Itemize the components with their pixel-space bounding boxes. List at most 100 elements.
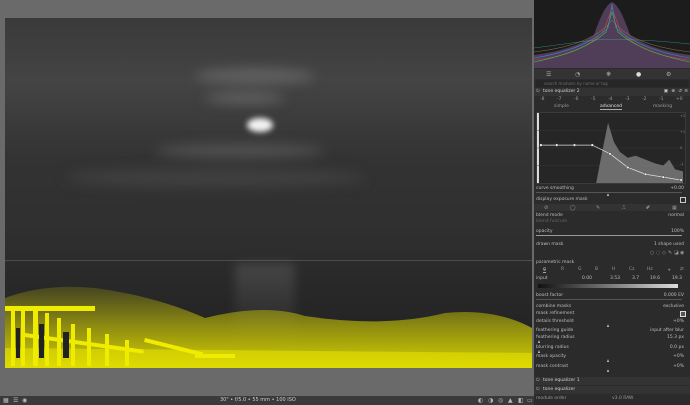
effects-modules-icon[interactable]: ⚙ — [666, 71, 671, 78]
multi-instance-icon[interactable]: ⊕ — [671, 88, 675, 96]
power-icon[interactable]: ⏻ — [536, 377, 540, 385]
color-modules-icon[interactable]: ● — [636, 71, 641, 78]
tab-simple[interactable]: simple — [554, 104, 569, 109]
base-modules-icon[interactable]: ◔ — [575, 71, 580, 78]
gamut-icon[interactable]: ◑ — [488, 397, 493, 404]
shape-icons: ○ ◌ ◇ ✎ ◪ ◉ — [534, 250, 690, 256]
combine-masks-value[interactable]: exclusive — [663, 303, 684, 310]
color-assess-icon[interactable]: ◧ — [518, 397, 524, 404]
input-value: 3.53 — [610, 276, 621, 281]
display-exposure-mask-label: display exposure mask — [536, 197, 588, 202]
parametric-mask-label: parametric mask — [536, 260, 575, 265]
feathering-guide-row[interactable]: feathering guide input after blur — [536, 327, 688, 334]
channel-tab[interactable]: B — [595, 267, 598, 272]
channel-tab[interactable]: R — [561, 267, 564, 272]
channel-tab[interactable]: H — [612, 267, 615, 272]
picker-icon[interactable]: ⌖ — [668, 267, 671, 273]
mask-refinement-row[interactable]: mask refinement — [536, 310, 688, 317]
drawn-mask-icon[interactable]: ✎ — [596, 205, 600, 211]
gradient-shape-icon[interactable]: ◪ — [674, 250, 679, 256]
parametric-mask-header[interactable]: parametric mask — [536, 259, 688, 266]
opacity-label: opacity — [536, 229, 553, 234]
active-modules-icon[interactable]: ☰ — [546, 71, 551, 78]
blurring-radius-row[interactable]: blurring radius 0.0 px — [536, 344, 688, 351]
parametric-mask-icon[interactable]: ⎍ — [622, 205, 626, 211]
display-exposure-mask-row[interactable]: display exposure mask — [536, 196, 688, 203]
image-canvas[interactable] — [0, 0, 534, 396]
ev-label: +0 — [676, 97, 683, 102]
curve-smoothing-slider[interactable] — [536, 192, 682, 193]
blend-off-icon[interactable]: ⊘ — [544, 205, 548, 211]
boost-factor-row[interactable]: boost factor 0.000 EV — [536, 292, 688, 299]
cloud — [205, 93, 285, 103]
slider-marker[interactable] — [607, 359, 609, 362]
channel-tab[interactable]: G — [578, 267, 582, 272]
layers-icon[interactable]: ☰ — [13, 397, 18, 404]
feathering-guide-value[interactable]: input after blur — [650, 327, 684, 334]
ev-label: -5 — [591, 97, 596, 102]
photo-preview[interactable] — [5, 18, 532, 368]
blend-fulcrum-label: blend fulcrum — [536, 219, 568, 224]
input-gradient-slider[interactable] — [538, 284, 678, 288]
slider-marker[interactable] — [607, 369, 609, 372]
display-mask-checkbox[interactable] — [680, 197, 686, 203]
bottom-statusbar: ▦ ☰ ◉ 30" • f/5.0 • 55 mm • 100 ISO ◐ ◑ … — [0, 396, 534, 405]
ev-label: -1 — [659, 97, 664, 102]
mask-opacity-row[interactable]: mask opacity +0% — [536, 353, 688, 360]
exif-info: 30" • f/5.0 • 55 mm • 100 ISO — [220, 397, 296, 403]
ev-label: -4 — [608, 97, 613, 102]
second-window-icon[interactable]: ▭ — [527, 397, 533, 404]
slider-marker[interactable] — [538, 340, 540, 343]
feathering-radius-value: 15.3 px — [667, 335, 684, 340]
tone-modules-icon[interactable]: ❋ — [606, 71, 611, 78]
reset-icon[interactable]: ↺ — [678, 88, 682, 96]
grid-icon[interactable]: ▦ — [3, 397, 9, 404]
softproof-icon[interactable]: ◐ — [478, 397, 483, 404]
blend-fulcrum-row[interactable]: blend fulcrum — [536, 218, 688, 225]
combine-masks-row[interactable]: combine masks exclusive — [536, 303, 688, 310]
tab-advanced[interactable]: advanced — [600, 104, 622, 110]
mask-icon[interactable]: ▣ — [664, 88, 668, 96]
channel-tab[interactable]: g — [543, 267, 546, 273]
invert-icon[interactable]: ⇄ — [680, 267, 684, 272]
module-group-tabs: ☰ ◔ ❋ ● ⚙ — [534, 69, 690, 79]
module-order-row[interactable]: module order v3.0 RAW — [536, 395, 688, 402]
channel-tab[interactable]: Hz — [647, 267, 653, 272]
opacity-row[interactable]: opacity 100% — [536, 228, 688, 235]
tone-curve-graph[interactable] — [536, 112, 686, 184]
drawn-mask-row[interactable]: drawn mask 1 shape used — [536, 241, 688, 248]
drawn-mask-value[interactable]: 1 shape used — [654, 241, 684, 248]
input-row[interactable]: input 0.00 3.53 3.7 19.6 19.3 — [536, 275, 688, 282]
mask-opacity-value: +0% — [673, 354, 684, 359]
module-header-tone-equalizer-1[interactable]: ⏻ tone equalizer 1 — [534, 377, 690, 385]
ev-top-labels: -8 -7 -6 -5 -4 -3 -2 -1 +0 — [534, 97, 690, 103]
drawn-parametric-icon[interactable]: ✐ — [646, 205, 650, 211]
brush-shape-icon[interactable]: ✎ — [668, 250, 672, 256]
histogram[interactable] — [534, 0, 690, 68]
feathering-radius-row[interactable]: feathering radius 15.3 px — [536, 334, 688, 341]
module-header-tone-equalizer[interactable]: ⏻ tone equalizer — [534, 386, 690, 394]
opacity-slider[interactable] — [536, 235, 682, 236]
mask-contrast-row[interactable]: mask contrast +0% — [536, 363, 688, 370]
details-threshold-row[interactable]: details threshold +0% — [536, 318, 688, 325]
module-search-input[interactable]: search modules by name or tag — [536, 80, 688, 87]
curve-smoothing-row[interactable]: curve smoothing +0.00 — [536, 185, 688, 192]
power-icon[interactable]: ⏻ — [536, 88, 540, 96]
cloud — [195, 68, 315, 84]
circle-shape-icon[interactable]: ○ — [650, 250, 654, 256]
clipping-icon[interactable]: ▲ — [508, 397, 513, 404]
channel-tab[interactable]: Cz — [629, 267, 635, 272]
uniform-blend-icon[interactable]: ◯ — [570, 205, 576, 211]
module-header[interactable]: ⏻ tone equalizer 2 ▣ ⊕ ↺ ≡ — [534, 88, 690, 96]
eye-icon[interactable]: ◉ — [22, 397, 27, 404]
raster-mask-icon[interactable]: ▦ — [672, 205, 677, 211]
boost-factor-slider[interactable] — [536, 299, 682, 300]
presets-icon[interactable]: ≡ — [684, 88, 688, 96]
path-shape-icon[interactable]: ◇ — [662, 250, 666, 256]
show-shapes-icon[interactable]: ◉ — [680, 250, 684, 256]
focus-icon[interactable]: ◎ — [498, 397, 503, 404]
power-icon[interactable]: ⏻ — [536, 386, 540, 394]
mask-refinement-toggle[interactable] — [680, 311, 686, 317]
tab-masking[interactable]: masking — [653, 104, 672, 109]
ellipse-shape-icon[interactable]: ◌ — [656, 250, 660, 256]
